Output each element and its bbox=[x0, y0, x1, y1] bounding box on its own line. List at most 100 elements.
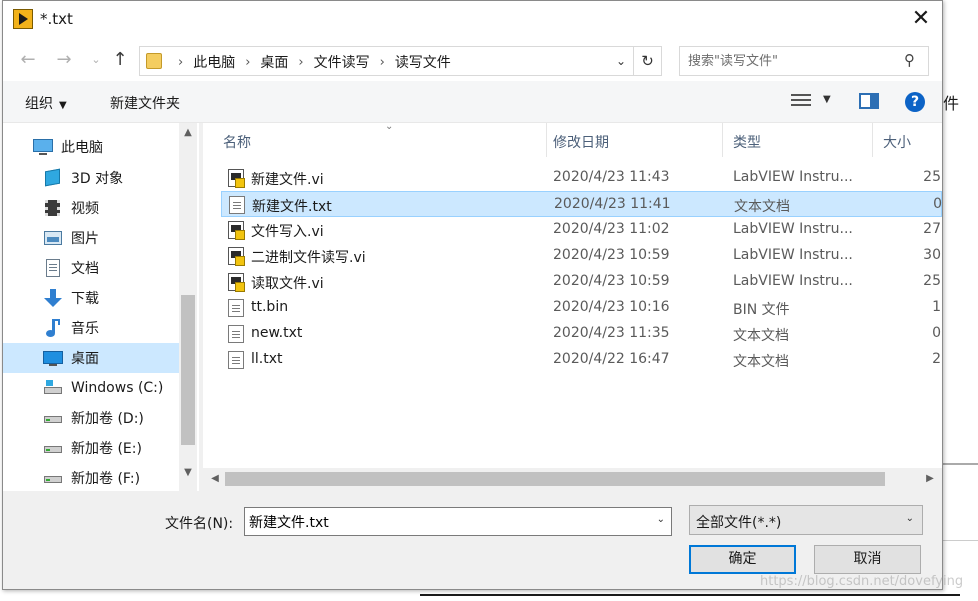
column-header-size[interactable]: 大小 bbox=[873, 123, 942, 157]
horizontal-scrollbar[interactable]: ◀ ▶ bbox=[203, 468, 942, 490]
new-folder-button[interactable]: 新建文件夹 bbox=[110, 93, 180, 113]
forward-arrow-icon[interactable]: → bbox=[53, 49, 75, 71]
drive-icon bbox=[43, 379, 63, 397]
filename-dropdown-caret-icon[interactable]: ⌄ bbox=[657, 514, 665, 525]
file-size: 27 bbox=[923, 221, 941, 237]
open-file-dialog: *.txt ✕ ← → ⌄ ↑ › 此电脑 › 桌面 › 文件读写 › 读写文件… bbox=[2, 0, 943, 590]
column-header-type[interactable]: 类型 bbox=[723, 123, 873, 157]
nav-item-this-pc[interactable]: 此电脑 bbox=[3, 132, 179, 162]
filename-label: 文件名(N): bbox=[165, 516, 234, 532]
file-size: 1 bbox=[932, 299, 941, 315]
organize-button[interactable]: 组织 ▼ bbox=[25, 93, 67, 113]
filename-input[interactable] bbox=[249, 512, 639, 532]
horizontal-scrollbar-thumb[interactable] bbox=[225, 472, 885, 486]
file-name: tt.bin bbox=[251, 299, 289, 315]
back-arrow-icon[interactable]: ← bbox=[17, 49, 39, 71]
help-icon[interactable]: ? bbox=[905, 92, 925, 112]
file-type: LabVIEW Instru... bbox=[733, 169, 853, 185]
file-name: 新建文件.vi bbox=[251, 172, 324, 188]
address-bar[interactable]: › 此电脑 › 桌面 › 文件读写 › 读写文件 ⌄ ↻ bbox=[139, 46, 662, 76]
search-box: ⚲ bbox=[679, 46, 929, 76]
preview-pane-icon[interactable] bbox=[859, 93, 879, 109]
file-row[interactable]: ll.txt 2020/4/22 16:47 文本文档 2 bbox=[221, 347, 942, 373]
music-icon bbox=[43, 319, 63, 337]
drive-icon bbox=[43, 409, 63, 427]
text-file-icon bbox=[229, 196, 245, 214]
nav-item-pictures[interactable]: 图片 bbox=[3, 223, 179, 253]
column-header-name[interactable]: ⌄ 名称 bbox=[213, 123, 547, 157]
file-row[interactable]: tt.bin 2020/4/23 10:16 BIN 文件 1 bbox=[221, 295, 942, 321]
ok-button[interactable]: 确定 bbox=[689, 545, 796, 574]
file-type: 文本文档 bbox=[733, 354, 789, 370]
file-row[interactable]: 读取文件.vi 2020/4/23 10:59 LabVIEW Instru..… bbox=[221, 269, 942, 295]
file-type: 文本文档 bbox=[733, 328, 789, 344]
file-size: 25 bbox=[923, 273, 941, 289]
vi-file-icon bbox=[228, 273, 245, 292]
breadcrumb-item[interactable]: 文件读写 bbox=[314, 52, 370, 72]
file-row[interactable]: 新建文件.vi 2020/4/23 11:43 LabVIEW Instru..… bbox=[221, 165, 942, 191]
nav-item-drive-f[interactable]: 新加卷 (F:) bbox=[3, 463, 179, 493]
filetype-value: 全部文件(*.*) bbox=[696, 515, 782, 531]
drive-icon bbox=[43, 469, 63, 487]
scroll-right-icon[interactable]: ▶ bbox=[920, 470, 940, 488]
nav-item-label: 图片 bbox=[71, 231, 99, 247]
nav-item-label: 文档 bbox=[71, 261, 99, 277]
refresh-icon[interactable]: ↻ bbox=[633, 47, 661, 75]
breadcrumb-item[interactable]: 读写文件 bbox=[395, 52, 451, 72]
file-size: 25 bbox=[923, 169, 941, 185]
scroll-up-icon[interactable]: ▲ bbox=[179, 127, 197, 147]
file-date: 2020/4/23 11:35 bbox=[553, 325, 670, 341]
nav-item-drive-e[interactable]: 新加卷 (E:) bbox=[3, 433, 179, 463]
desktop-icon bbox=[43, 349, 63, 367]
file-name: 文件写入.vi bbox=[251, 224, 324, 240]
nav-item-videos[interactable]: 视频 bbox=[3, 193, 179, 223]
view-dropdown-caret-icon[interactable]: ▼ bbox=[823, 94, 831, 105]
file-type: 文本文档 bbox=[734, 199, 790, 215]
file-row[interactable]: new.txt 2020/4/23 11:35 文本文档 0 bbox=[221, 321, 942, 347]
nav-item-desktop[interactable]: 桌面 bbox=[3, 343, 179, 373]
view-options-icon[interactable] bbox=[791, 94, 811, 110]
nav-item-downloads[interactable]: 下载 bbox=[3, 283, 179, 313]
search-icon[interactable]: ⚲ bbox=[904, 52, 920, 68]
up-arrow-icon[interactable]: ↑ bbox=[109, 49, 131, 71]
filetype-select[interactable]: 全部文件(*.*) ⌄ bbox=[689, 505, 923, 535]
breadcrumb-item[interactable]: 桌面 bbox=[260, 52, 288, 72]
breadcrumb-item[interactable]: 此电脑 bbox=[193, 52, 235, 72]
window-title: *.txt bbox=[40, 10, 73, 28]
column-header-date[interactable]: 修改日期 bbox=[543, 123, 723, 157]
address-dropdown-chevron-icon[interactable]: ⌄ bbox=[611, 51, 631, 71]
file-date: 2020/4/23 10:59 bbox=[553, 247, 670, 263]
nav-item-label: 新加卷 (F:) bbox=[71, 471, 141, 487]
nav-item-music[interactable]: 音乐 bbox=[3, 313, 179, 343]
nav-item-label: 新加卷 (E:) bbox=[71, 441, 142, 457]
sort-caret-icon: ⌄ bbox=[385, 123, 394, 132]
search-input[interactable] bbox=[688, 51, 893, 71]
scroll-down-icon[interactable]: ▼ bbox=[179, 467, 197, 487]
file-name: new.txt bbox=[251, 325, 303, 341]
nav-item-3d-objects[interactable]: 3D 对象 bbox=[3, 163, 179, 193]
file-row[interactable]: 新建文件.txt 2020/4/23 11:41 文本文档 0 bbox=[221, 191, 942, 217]
nav-item-drive-c[interactable]: Windows (C:) bbox=[3, 373, 179, 403]
nav-scrollbar[interactable]: ▲ ▼ bbox=[179, 123, 197, 491]
file-type: LabVIEW Instru... bbox=[733, 221, 853, 237]
file-date: 2020/4/23 11:02 bbox=[553, 221, 670, 237]
filename-combobox: ⌄ bbox=[244, 507, 672, 536]
breadcrumb-separator-icon: › bbox=[245, 54, 251, 70]
nav-item-label: 音乐 bbox=[71, 321, 99, 337]
file-size: 0 bbox=[932, 325, 941, 341]
scroll-left-icon[interactable]: ◀ bbox=[205, 470, 225, 488]
background-divider-2 bbox=[943, 540, 978, 541]
nav-scrollbar-thumb[interactable] bbox=[181, 295, 195, 445]
drive-icon bbox=[43, 439, 63, 457]
file-date: 2020/4/22 16:47 bbox=[553, 351, 670, 367]
background-line bbox=[420, 594, 960, 596]
file-row[interactable]: 文件写入.vi 2020/4/23 11:02 LabVIEW Instru..… bbox=[221, 217, 942, 243]
nav-item-drive-d[interactable]: 新加卷 (D:) bbox=[3, 403, 179, 433]
cancel-button[interactable]: 取消 bbox=[814, 545, 921, 574]
file-row[interactable]: 二进制文件读写.vi 2020/4/23 10:59 LabVIEW Instr… bbox=[221, 243, 942, 269]
organize-label: 组织 bbox=[25, 96, 53, 112]
breadcrumb: › 此电脑 › 桌面 › 文件读写 › 读写文件 bbox=[168, 52, 451, 72]
close-button[interactable]: ✕ bbox=[906, 5, 936, 35]
nav-item-documents[interactable]: 文档 bbox=[3, 253, 179, 283]
recent-locations-chevron-icon[interactable]: ⌄ bbox=[85, 49, 107, 71]
